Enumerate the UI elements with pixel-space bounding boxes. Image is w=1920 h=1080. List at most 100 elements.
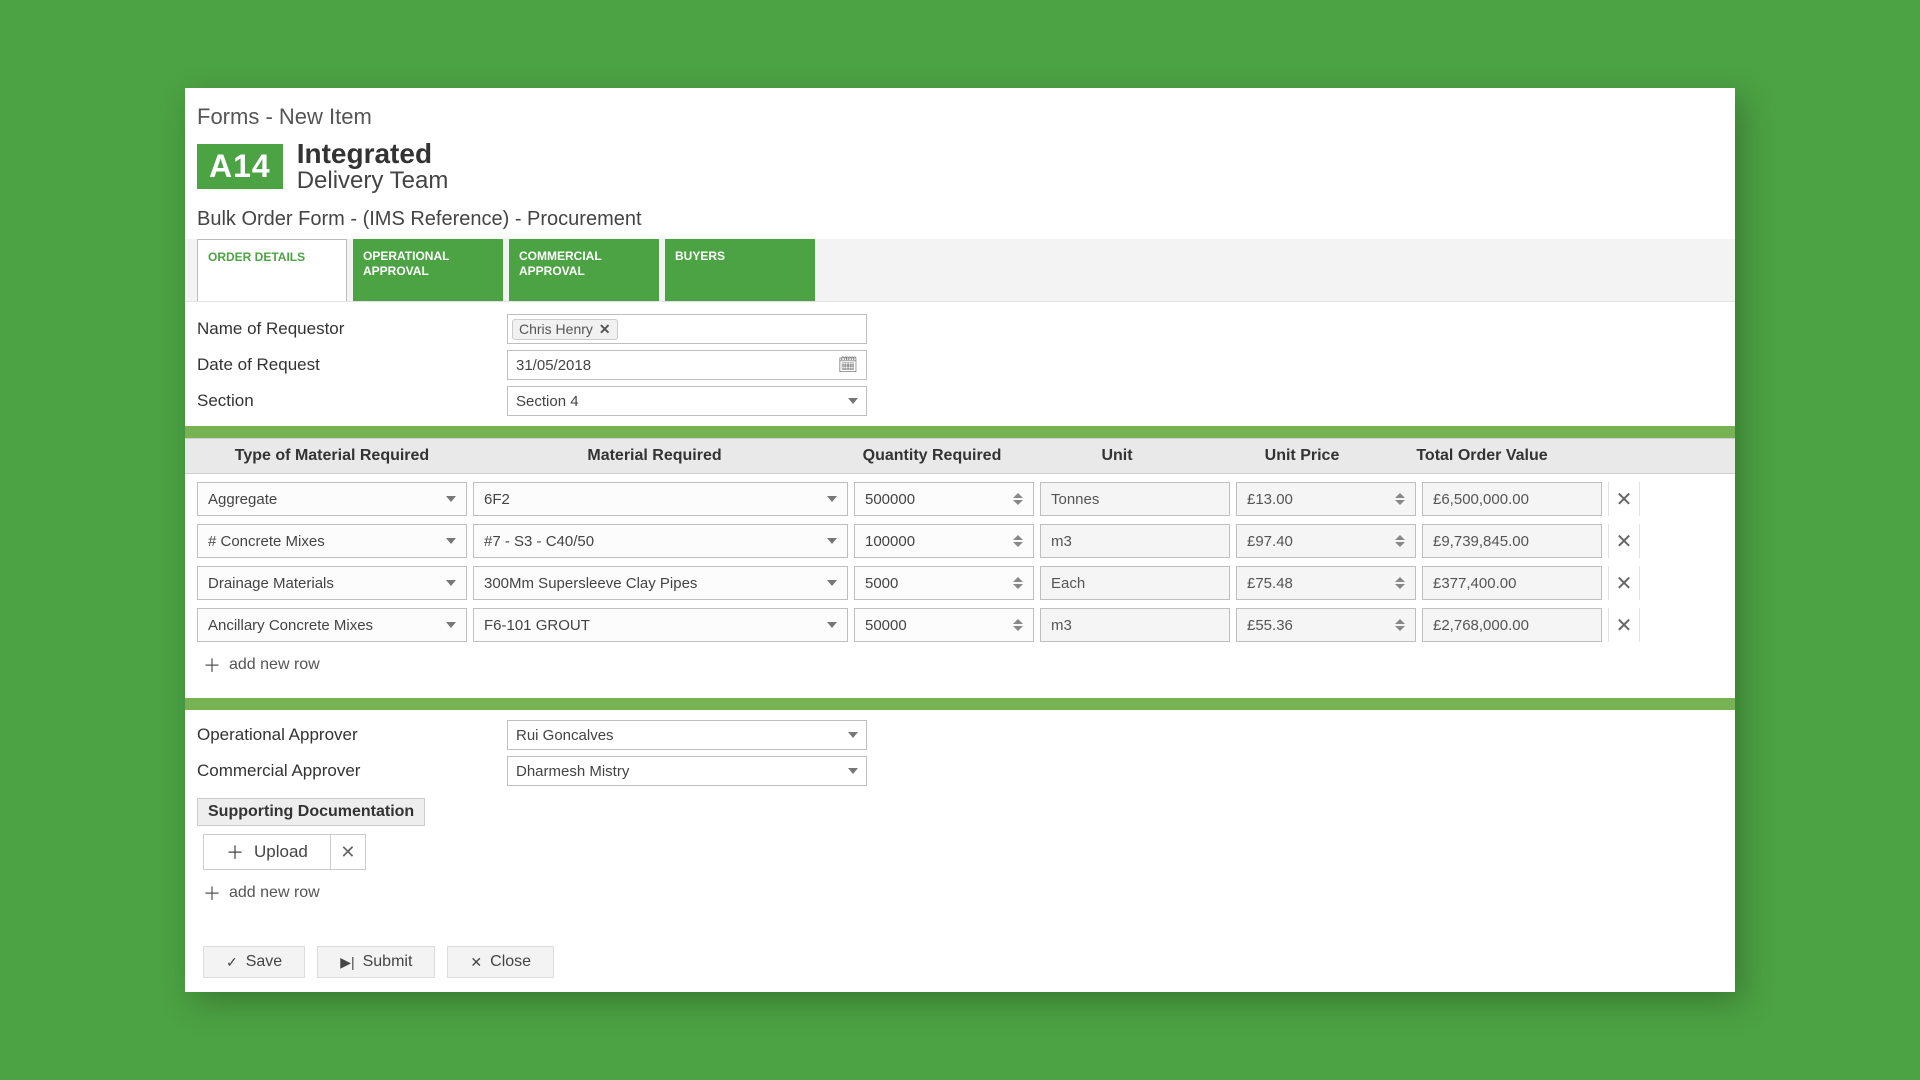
spinner-icon[interactable] <box>1013 493 1023 505</box>
com-approver-value: Dharmesh Mistry <box>516 763 629 780</box>
date-value: 31/05/2018 <box>516 357 591 374</box>
spinner-icon[interactable] <box>1013 577 1023 589</box>
close-button[interactable]: ✕ Close <box>447 946 554 978</box>
upload-button[interactable]: ＋ Upload <box>203 834 331 870</box>
op-approver-value: Rui Goncalves <box>516 727 614 744</box>
unit-value: Each <box>1051 575 1085 592</box>
type-select[interactable]: Aggregate <box>197 482 467 516</box>
col-material: Material Required <box>467 443 842 469</box>
submit-button[interactable]: ▶| Submit <box>317 946 435 978</box>
tab-commercial-approval[interactable]: COMMERCIAL APPROVAL <box>509 239 659 301</box>
brand-block: A14 Integrated Delivery Team <box>185 140 1735 202</box>
close-icon: ✕ <box>340 842 355 863</box>
op-approver-select[interactable]: Rui Goncalves <box>507 720 867 750</box>
material-select[interactable]: #7 - S3 - C40/50 <box>473 524 848 558</box>
unit-price-field: £97.40 <box>1236 524 1416 558</box>
unit-value: Tonnes <box>1051 491 1099 508</box>
delete-row-button[interactable]: ✕ <box>1608 524 1640 558</box>
brand-badge: A14 <box>197 144 283 189</box>
tab-buyers[interactable]: BUYERS <box>665 239 815 301</box>
date-input[interactable]: 31/05/2018 🗓 <box>507 350 867 380</box>
spinner-icon <box>1395 619 1405 631</box>
save-button[interactable]: ✓ Save <box>203 946 305 978</box>
material-select[interactable]: 300Mm Supersleeve Clay Pipes <box>473 566 848 600</box>
chevron-down-icon <box>848 398 858 404</box>
com-approver-select[interactable]: Dharmesh Mistry <box>507 756 867 786</box>
requestor-chip-text: Chris Henry <box>519 321 593 337</box>
type-select[interactable]: Drainage Materials <box>197 566 467 600</box>
brand-text: Integrated Delivery Team <box>297 140 449 194</box>
chevron-down-icon <box>827 580 837 586</box>
qty-value: 500000 <box>865 491 915 508</box>
material-value: 300Mm Supersleeve Clay Pipes <box>484 575 697 592</box>
brand-line1: Integrated <box>297 140 449 168</box>
spinner-icon[interactable] <box>1013 619 1023 631</box>
spinner-icon <box>1395 577 1405 589</box>
close-icon[interactable]: ✕ <box>599 321 611 338</box>
quantity-input[interactable]: 50000 <box>854 608 1034 642</box>
type-value: # Concrete Mixes <box>208 533 325 550</box>
requestor-input[interactable]: Chris Henry ✕ <box>507 314 867 344</box>
total-value: £2,768,000.00 <box>1433 617 1529 634</box>
field-requestor: Name of Requestor Chris Henry ✕ <box>197 314 1723 344</box>
col-price: Unit Price <box>1212 443 1392 469</box>
spinner-icon <box>1395 493 1405 505</box>
tab-operational-approval[interactable]: OPERATIONAL APPROVAL <box>353 239 503 301</box>
material-select[interactable]: 6F2 <box>473 482 848 516</box>
field-com-approver: Commercial Approver Dharmesh Mistry <box>197 756 1723 786</box>
close-icon: ✕ <box>470 954 482 971</box>
docs-header: Supporting Documentation <box>197 798 425 826</box>
chevron-down-icon <box>827 622 837 628</box>
add-doc-row-label: add new row <box>229 884 320 902</box>
approver-section: Operational Approver Rui Goncalves Comme… <box>185 710 1735 786</box>
chevron-down-icon <box>848 768 858 774</box>
material-value: F6-101 GROUT <box>484 617 590 634</box>
qty-value: 50000 <box>865 617 907 634</box>
quantity-input[interactable]: 500000 <box>854 482 1034 516</box>
plus-icon: ＋ <box>226 839 244 865</box>
form-title: Bulk Order Form - (IMS Reference) - Proc… <box>185 202 1735 239</box>
tab-order-details[interactable]: ORDER DETAILS <box>197 239 347 301</box>
unit-field: Each <box>1040 566 1230 600</box>
chevron-down-icon <box>848 732 858 738</box>
requestor-chip[interactable]: Chris Henry ✕ <box>512 319 618 340</box>
material-value: 6F2 <box>484 491 510 508</box>
submit-label: Submit <box>363 953 413 971</box>
separator-bar-2 <box>185 698 1735 710</box>
unit-field: Tonnes <box>1040 482 1230 516</box>
spinner-icon <box>1395 535 1405 547</box>
remove-upload-button[interactable]: ✕ <box>330 834 366 870</box>
total-field: £6,500,000.00 <box>1422 482 1602 516</box>
type-value: Drainage Materials <box>208 575 334 592</box>
spinner-icon[interactable] <box>1013 535 1023 547</box>
price-value: £55.36 <box>1247 617 1293 634</box>
unit-value: m3 <box>1051 533 1072 550</box>
col-type: Type of Material Required <box>197 443 467 469</box>
delete-row-button[interactable]: ✕ <box>1608 482 1640 516</box>
check-icon: ✓ <box>226 954 238 971</box>
quantity-input[interactable]: 100000 <box>854 524 1034 558</box>
delete-row-button[interactable]: ✕ <box>1608 566 1640 600</box>
quantity-input[interactable]: 5000 <box>854 566 1034 600</box>
form-window: Forms - New Item A14 Integrated Delivery… <box>185 88 1735 992</box>
unit-price-field: £13.00 <box>1236 482 1416 516</box>
plus-icon: ＋ <box>203 880 221 906</box>
close-icon: ✕ <box>1616 529 1633 554</box>
type-select[interactable]: Ancillary Concrete Mixes <box>197 608 467 642</box>
calendar-icon[interactable]: 🗓 <box>838 355 858 375</box>
section-select[interactable]: Section 4 <box>507 386 867 416</box>
delete-row-button[interactable]: ✕ <box>1608 608 1640 642</box>
field-date: Date of Request 31/05/2018 🗓 <box>197 350 1723 380</box>
upload-label: Upload <box>254 842 308 862</box>
add-new-row-button[interactable]: ＋ add new row <box>185 642 1735 688</box>
material-select[interactable]: F6-101 GROUT <box>473 608 848 642</box>
col-qty: Quantity Required <box>842 443 1022 469</box>
chevron-down-icon <box>446 496 456 502</box>
form-body: Name of Requestor Chris Henry ✕ Date of … <box>185 302 1735 416</box>
total-value: £6,500,000.00 <box>1433 491 1529 508</box>
type-select[interactable]: # Concrete Mixes <box>197 524 467 558</box>
field-section: Section Section 4 <box>197 386 1723 416</box>
add-new-doc-row-button[interactable]: ＋ add new row <box>185 870 1735 916</box>
close-icon: ✕ <box>1616 487 1633 512</box>
chevron-down-icon <box>446 538 456 544</box>
